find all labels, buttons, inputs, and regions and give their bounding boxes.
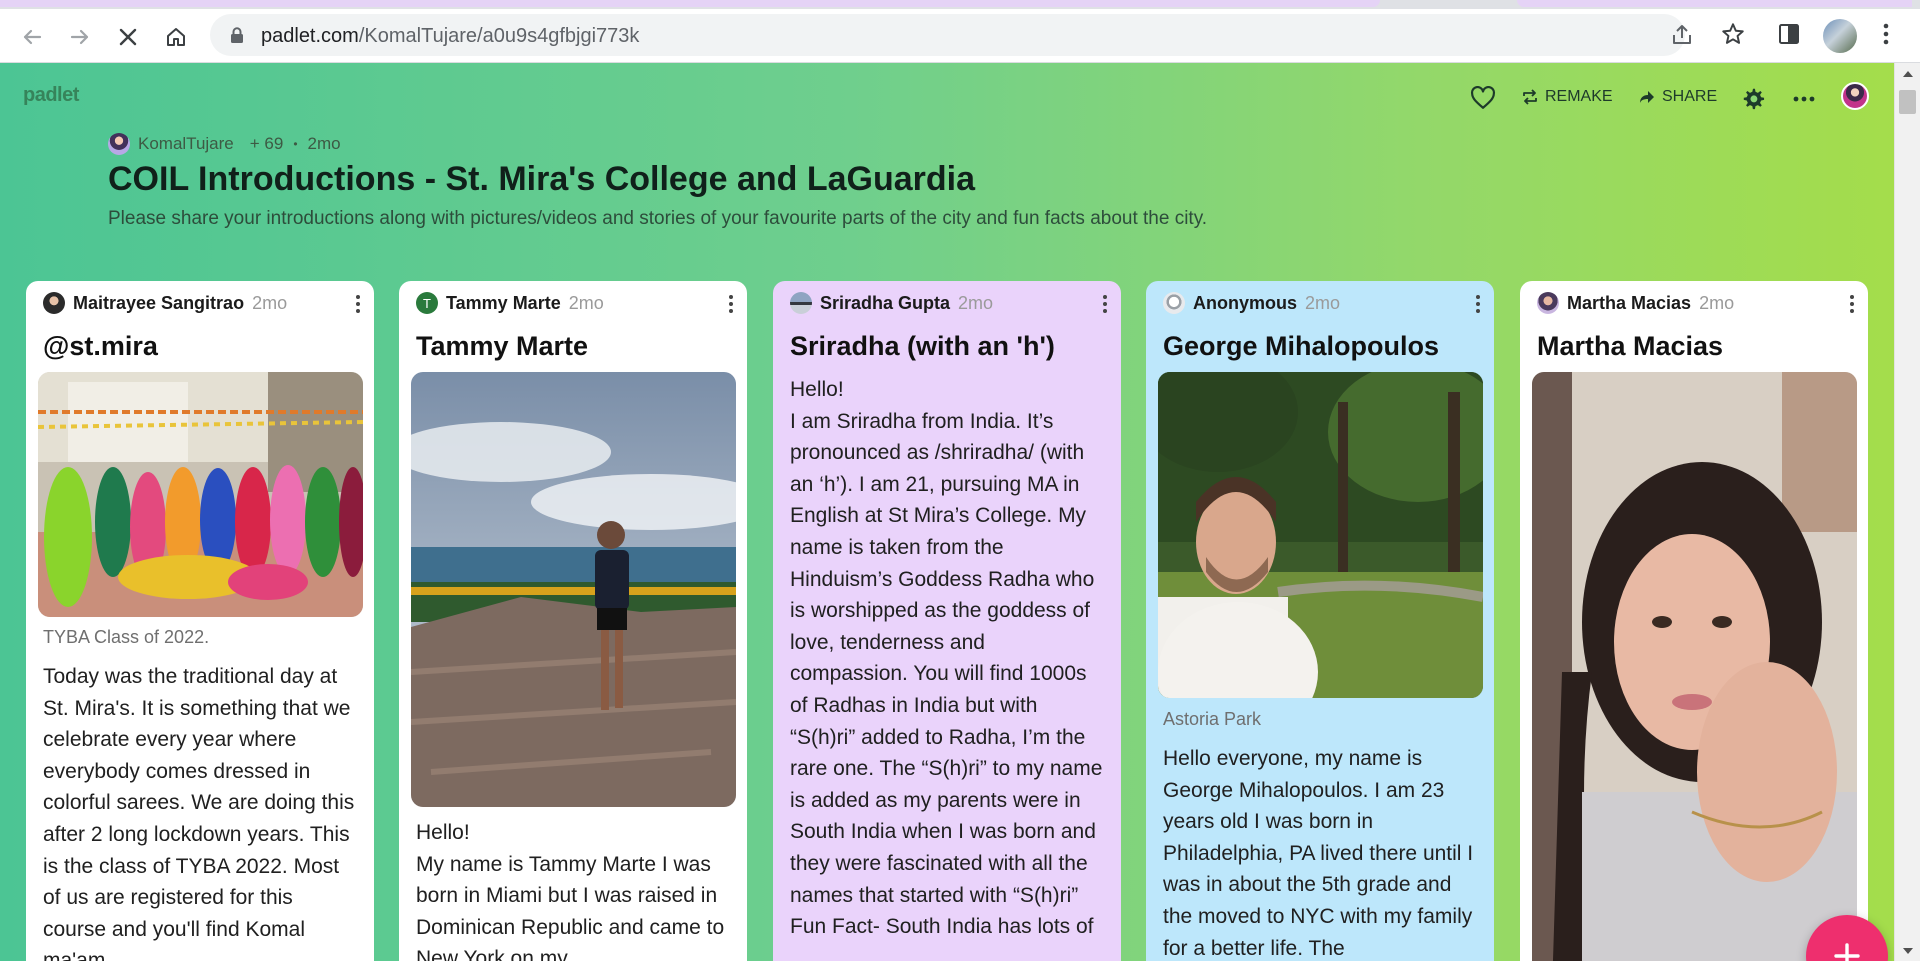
heart-icon[interactable] <box>1470 85 1496 115</box>
post-time: 2mo <box>568 292 604 313</box>
browser-tab[interactable] <box>0 0 1380 7</box>
remake-icon <box>1523 89 1537 105</box>
padlet-board: padlet REMAKE SHARE KomalTujare + 69 • 2… <box>0 63 1894 961</box>
post-menu-icon[interactable] <box>1850 295 1854 316</box>
post-time: 2mo <box>958 292 994 313</box>
likes-count: + 69 <box>249 134 284 153</box>
browser-tab-strip <box>0 0 1920 9</box>
post-author: Tammy Marte <box>446 292 561 313</box>
post-time: 2mo <box>1699 292 1735 313</box>
post-card[interactable]: Maitrayee Sangitrao 2mo @st.mira TYBA Cl… <box>26 281 374 961</box>
post-header: Martha Macias 2mo <box>1537 292 1734 314</box>
padlet-meta: KomalTujare + 69 • 2mo <box>108 133 341 155</box>
post-header: Anonymous 2mo <box>1163 292 1340 314</box>
side-panel-icon[interactable] <box>1777 21 1801 52</box>
padlet-age: 2mo <box>307 134 341 153</box>
page-scrollbar[interactable] <box>1894 63 1920 961</box>
post-author: Maitrayee Sangitrao <box>73 292 245 313</box>
share-button[interactable]: SHARE <box>1638 88 1717 106</box>
post-body: Hello! My name is Tammy Marte I was born… <box>416 821 725 961</box>
author-name[interactable]: KomalTujare <box>138 134 234 154</box>
share-arrow-icon <box>1640 91 1654 103</box>
post-image[interactable] <box>411 372 736 807</box>
post-menu-icon[interactable] <box>356 295 360 316</box>
post-card[interactable]: Anonymous 2mo George Mihalopoulos Astori… <box>1146 281 1494 961</box>
post-menu-icon[interactable] <box>729 295 733 316</box>
home-icon[interactable] <box>160 21 192 53</box>
avatar <box>1537 292 1559 314</box>
post-author: Martha Macias <box>1567 292 1692 313</box>
plus-icon <box>1834 943 1860 961</box>
author-avatar <box>108 133 130 155</box>
post-header: T Tammy Marte 2mo <box>416 292 604 314</box>
avatar: T <box>416 292 438 314</box>
post-time: 2mo <box>1305 292 1341 313</box>
post-card[interactable]: Martha Macias 2mo Martha Macias <box>1520 281 1868 961</box>
avatar <box>43 292 65 314</box>
post-title: Sriradha (with an 'h') <box>790 331 1055 361</box>
stop-loading-icon[interactable] <box>112 21 144 53</box>
post-caption: TYBA Class of 2022. <box>43 627 210 647</box>
post-image[interactable] <box>38 372 363 617</box>
post-body: Hello everyone, my name is George Mihalo… <box>1163 747 1474 960</box>
bookmark-star-icon[interactable] <box>1720 21 1746 52</box>
browser-tab[interactable] <box>1517 0 1912 7</box>
forward-arrow-icon[interactable] <box>64 21 96 53</box>
back-arrow-icon[interactable] <box>16 21 48 53</box>
padlet-logo[interactable]: padlet <box>23 84 79 107</box>
post-title: @st.mira <box>43 331 158 361</box>
scrollbar-thumb[interactable] <box>1899 90 1916 114</box>
scroll-up-arrow-icon[interactable] <box>1903 71 1913 77</box>
post-menu-icon[interactable] <box>1103 295 1107 316</box>
chrome-profile-avatar[interactable] <box>1823 19 1857 53</box>
post-author: Sriradha Gupta <box>820 292 951 313</box>
page-description: Please share your introductions along wi… <box>108 208 1208 229</box>
share-label: SHARE <box>1662 88 1718 105</box>
chrome-menu-icon[interactable] <box>1880 21 1892 52</box>
post-body: Today was the traditional day at St. Mir… <box>43 665 355 961</box>
url-text: padlet.com/KomalTujare/a0u9s4gfbjgi773k <box>261 25 640 47</box>
more-options-icon[interactable] <box>1792 86 1816 117</box>
lock-icon <box>230 27 244 49</box>
post-header: Maitrayee Sangitrao 2mo <box>43 292 287 314</box>
avatar <box>1163 292 1185 314</box>
meta-separator: • <box>293 137 298 151</box>
post-image[interactable] <box>1158 372 1483 698</box>
avatar <box>790 292 812 314</box>
post-title: Martha Macias <box>1537 331 1724 361</box>
user-avatar[interactable] <box>1841 82 1869 110</box>
remake-label: REMAKE <box>1545 88 1613 105</box>
post-time: 2mo <box>252 292 288 313</box>
remake-button[interactable]: REMAKE <box>1521 88 1613 106</box>
post-image[interactable] <box>1532 372 1857 961</box>
browser-toolbar: padlet.com/KomalTujare/a0u9s4gfbjgi773k <box>0 9 1920 63</box>
page-title: COIL Introductions - St. Mira's College … <box>108 160 975 198</box>
post-card[interactable]: Sriradha Gupta 2mo Sriradha (with an 'h'… <box>773 281 1121 961</box>
post-card[interactable]: T Tammy Marte 2mo Tammy Marte Hello! My … <box>399 281 747 961</box>
post-caption: Astoria Park <box>1163 709 1262 729</box>
post-header: Sriradha Gupta 2mo <box>790 292 993 314</box>
gear-icon[interactable] <box>1740 86 1766 117</box>
post-body: Hello! I am Sriradha from India. It’s pr… <box>790 378 1103 939</box>
scroll-down-arrow-icon[interactable] <box>1903 948 1913 954</box>
post-author: Anonymous <box>1193 292 1298 313</box>
post-menu-icon[interactable] <box>1476 295 1480 316</box>
post-title: Tammy Marte <box>416 331 589 361</box>
post-title: George Mihalopoulos <box>1163 331 1440 361</box>
address-bar[interactable]: padlet.com/KomalTujare/a0u9s4gfbjgi773k <box>210 14 1691 56</box>
share-page-icon[interactable] <box>1670 23 1694 52</box>
